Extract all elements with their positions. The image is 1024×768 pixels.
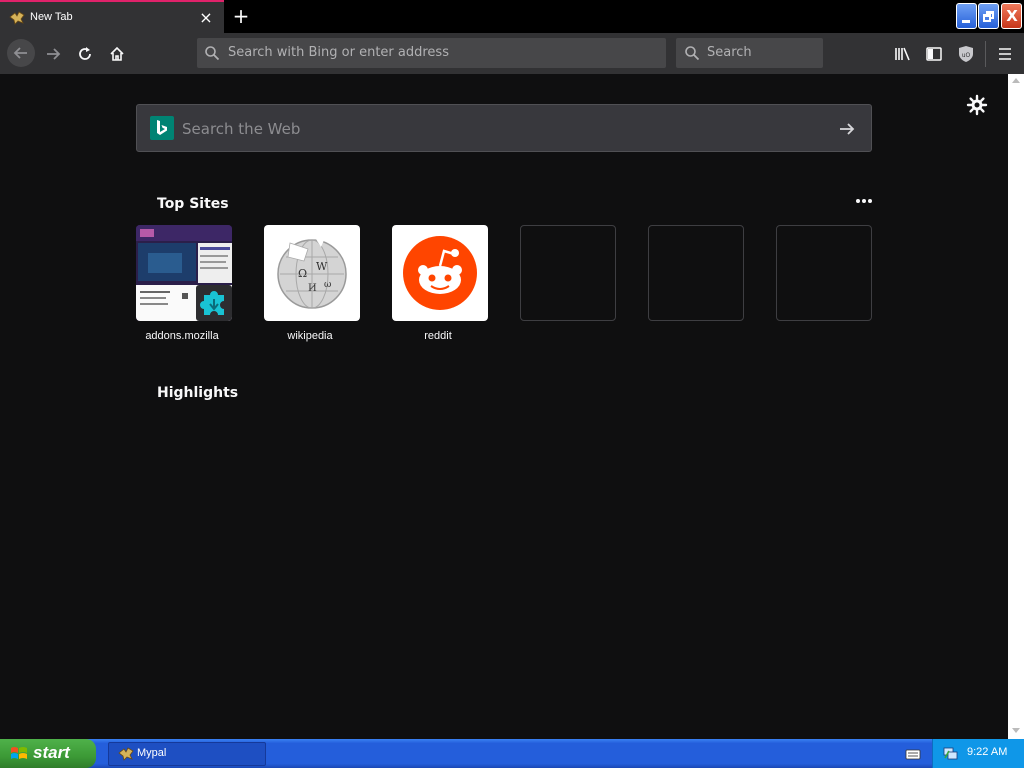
reddit-logo-icon <box>403 236 477 310</box>
more-options-icon[interactable] <box>853 194 875 208</box>
top-sites-heading: Top Sites <box>157 196 229 212</box>
top-site-label[interactable]: addons.mozilla <box>127 330 237 342</box>
hamburger-menu-icon <box>999 48 1011 60</box>
sidebar-button[interactable] <box>921 41 947 67</box>
close-icon: X <box>1006 7 1018 25</box>
close-window-button[interactable]: X <box>1001 3 1022 29</box>
wikipedia-globe-icon: Ω W И ω <box>277 239 347 309</box>
new-tab-button[interactable]: + <box>230 5 252 27</box>
addons-favicon <box>196 285 232 321</box>
puzzle-piece-icon <box>200 291 224 315</box>
tab-strip: New Tab × + X <box>0 0 1024 33</box>
svg-text:W: W <box>316 260 328 273</box>
nav-bar: Search with Bing or enter address Search… <box>0 33 1024 74</box>
library-icon <box>895 47 910 61</box>
windows-logo-icon <box>11 747 27 759</box>
tab-title: New Tab <box>30 11 73 23</box>
bing-logo-icon <box>150 116 174 140</box>
svg-text:ω: ω <box>324 280 331 290</box>
search-input-placeholder: Search <box>707 45 752 60</box>
url-bar[interactable]: Search with Bing or enter address <box>197 38 666 68</box>
toolbar-separator <box>985 41 986 67</box>
mypal-icon <box>118 747 134 761</box>
system-tray: 9:22 AM <box>932 739 1024 768</box>
home-icon <box>110 46 124 61</box>
scroll-down-arrow-icon[interactable] <box>1012 728 1020 734</box>
start-label: start <box>33 743 70 762</box>
tab-close-icon[interactable]: × <box>197 9 215 27</box>
sidebar-icon <box>926 47 942 61</box>
svg-text:Ω: Ω <box>298 267 307 280</box>
top-site-label[interactable]: reddit <box>383 330 493 342</box>
ublock-origin-button[interactable]: uO <box>953 41 979 67</box>
url-input-placeholder: Search with Bing or enter address <box>228 45 449 60</box>
top-site-tile-reddit[interactable] <box>392 225 488 321</box>
taskbar-item-mypal[interactable]: Mypal <box>108 742 266 766</box>
top-site-tile-empty[interactable] <box>648 225 744 321</box>
arrow-right-icon[interactable] <box>837 119 857 139</box>
back-button[interactable] <box>7 39 35 67</box>
top-site-tile-wikipedia[interactable]: Ω W И ω <box>264 225 360 321</box>
clock[interactable]: 9:22 AM <box>967 746 1007 758</box>
highlights-heading: Highlights <box>157 385 239 401</box>
forward-button[interactable] <box>40 41 66 67</box>
minimize-button[interactable] <box>956 3 977 29</box>
new-tab-page: Search the Web Top Sites addons.mozilla … <box>0 74 1008 739</box>
top-site-tile-empty[interactable] <box>520 225 616 321</box>
top-site-tile-empty[interactable] <box>776 225 872 321</box>
search-bar[interactable]: Search <box>676 38 823 68</box>
taskbar-item-label: Mypal <box>137 747 167 759</box>
top-site-label[interactable]: wikipedia <box>255 330 365 342</box>
taskbar: start Mypal 9:22 AM <box>0 739 1024 768</box>
svg-text:И: И <box>308 283 317 294</box>
svg-text:uO: uO <box>962 52 971 59</box>
reload-button[interactable] <box>72 41 98 67</box>
top-site-tile-addons[interactable] <box>136 225 232 321</box>
scroll-up-arrow-icon[interactable] <box>1012 77 1020 83</box>
arrow-left-icon <box>13 47 27 59</box>
search-icon <box>205 46 220 61</box>
restore-icon-back <box>983 14 991 22</box>
arrow-right-icon <box>47 48 61 60</box>
library-button[interactable] <box>890 41 916 67</box>
web-search-box[interactable]: Search the Web <box>136 104 872 152</box>
restore-button[interactable] <box>978 3 999 29</box>
mypal-icon <box>9 11 25 25</box>
gear-icon[interactable] <box>966 94 988 116</box>
home-button[interactable] <box>104 41 130 67</box>
reload-icon <box>79 47 91 60</box>
vertical-scrollbar[interactable] <box>1008 74 1024 739</box>
tab-new-tab[interactable]: New Tab × <box>0 0 224 33</box>
keyboard-icon[interactable] <box>905 747 921 761</box>
minimize-icon <box>962 20 970 23</box>
web-search-placeholder: Search the Web <box>182 120 301 138</box>
network-icon[interactable] <box>942 745 958 761</box>
menu-button[interactable] <box>992 41 1018 67</box>
search-icon <box>685 46 700 61</box>
ublock-shield-icon: uO <box>959 46 973 62</box>
start-button[interactable]: start <box>0 739 96 768</box>
